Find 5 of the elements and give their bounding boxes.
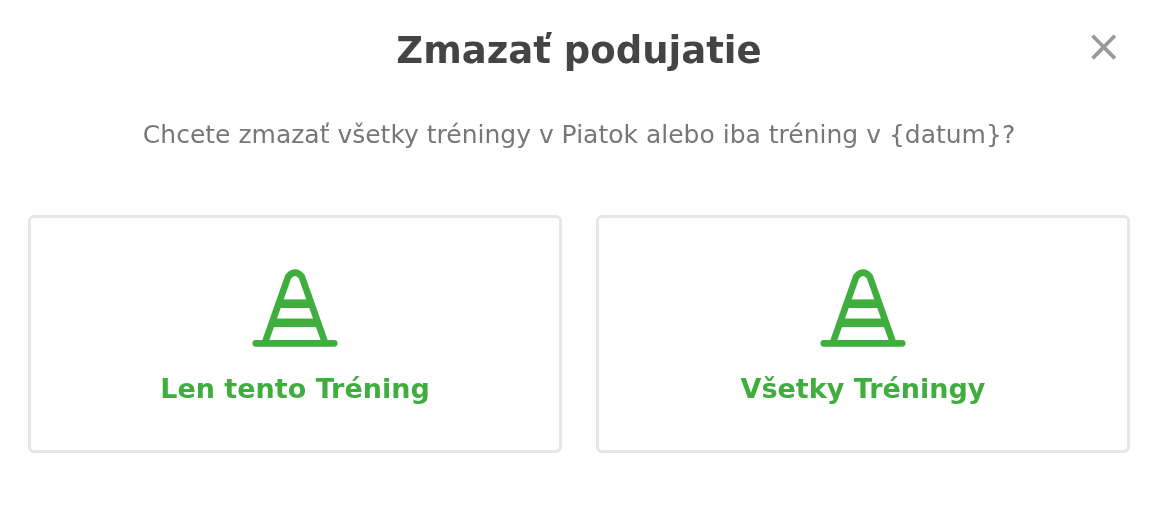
close-button[interactable]: × (1077, 24, 1130, 68)
dialog-title: Zmazať podujatie (396, 28, 762, 72)
dialog-message: Chcete zmazať všetky tréningy v Piatok alebo iba tréning v {datum}? (141, 120, 1017, 149)
option-card[interactable]: Všetky Tréningy (596, 215, 1130, 453)
option-card[interactable]: Len tento Tréning (28, 215, 562, 453)
